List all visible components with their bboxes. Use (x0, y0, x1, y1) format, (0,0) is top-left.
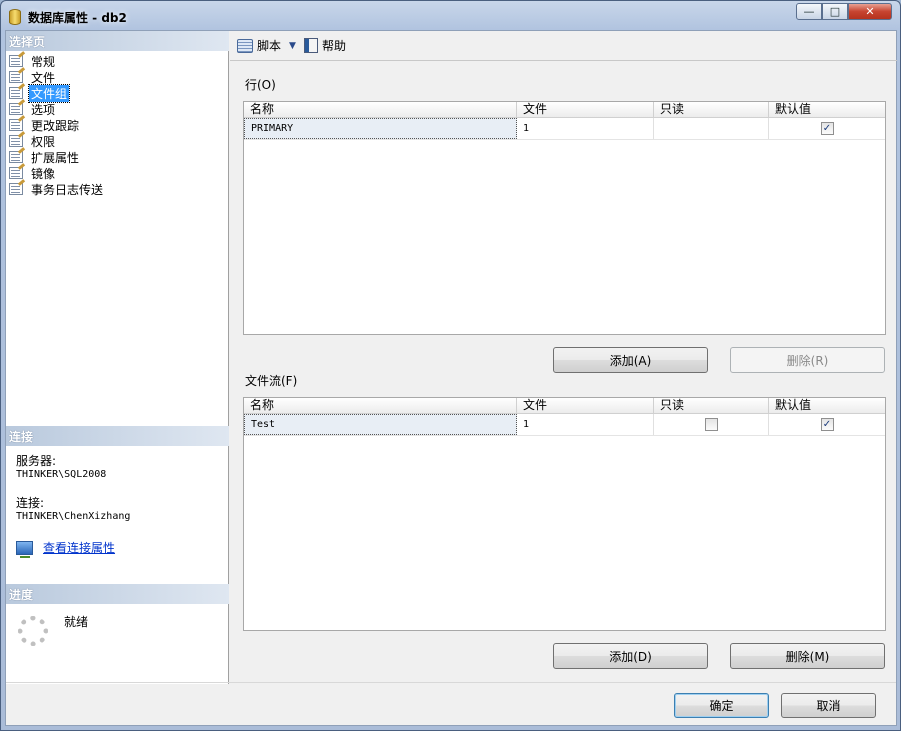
connection-label: 连接: (16, 496, 45, 510)
server-value: THINKER\SQL2008 (16, 469, 107, 480)
help-button[interactable]: 帮助 (303, 37, 346, 54)
left-pane: 选择页 常规 文件 文件组 选项 更改跟踪 权限 扩展属性 镜像 事务日志传送 连接 服务器: … (6, 31, 229, 684)
filegroup-name-cell[interactable]: Test (244, 414, 517, 435)
filestream-add-button[interactable]: 添加(D) (553, 643, 708, 669)
script-dropdown-arrow-icon[interactable]: ▼ (289, 41, 296, 51)
script-button[interactable]: 脚本 (237, 37, 281, 54)
readonly-cell[interactable] (654, 414, 769, 435)
ok-button[interactable]: 确定 (674, 693, 769, 718)
column-header-readonly[interactable]: 只读 (654, 398, 769, 413)
filestream-section-label: 文件流(F) (245, 374, 298, 388)
footer-divider (6, 682, 896, 683)
close-button[interactable]: ✕ (848, 3, 892, 20)
default-checkbox[interactable]: ✓ (820, 122, 834, 135)
rows-remove-button[interactable]: 删除(R) (730, 347, 885, 373)
filegroup-name-cell[interactable]: PRIMARY (244, 118, 517, 139)
page-item-label: 权限 (31, 134, 56, 149)
column-header-files[interactable]: 文件 (517, 398, 654, 413)
property-page-icon (9, 87, 23, 99)
script-label: 脚本 (257, 39, 282, 53)
window-title: 数据库属性 - db2 (28, 11, 127, 25)
dialog-client-area: 选择页 常规 文件 文件组 选项 更改跟踪 权限 扩展属性 镜像 事务日志传送 连接 服务器: … (5, 30, 897, 726)
database-properties-window: 数据库属性 - db2 — □ ✕ 选择页 常规 文件 文件组 选项 更改跟踪 权限 扩展属… (0, 0, 901, 731)
page-item-label: 文件组 (27, 83, 71, 103)
connection-header: 连接 (6, 426, 229, 446)
database-icon (9, 9, 21, 25)
minimize-button[interactable]: — (796, 3, 822, 20)
default-cell[interactable]: ✓ (769, 118, 885, 139)
progress-status: 就绪 (64, 615, 89, 629)
table-row[interactable]: Test 1 ✓ (244, 414, 885, 436)
filestream-remove-button[interactable]: 删除(M) (730, 643, 885, 669)
server-label: 服务器: (16, 454, 57, 468)
cancel-button[interactable]: 取消 (781, 693, 876, 718)
progress-header: 进度 (6, 584, 229, 604)
file-count-cell[interactable]: 1 (517, 414, 654, 435)
toolbar: 脚本 ▼ 帮助 (230, 31, 897, 61)
default-checkbox[interactable]: ✓ (820, 418, 834, 431)
property-page-icon (9, 55, 23, 67)
filestream-filegroup-grid: 名称 文件 只读 默认值 Test 1 ✓ (243, 397, 886, 631)
page-item-label: 镜像 (31, 166, 56, 181)
readonly-checkbox[interactable] (704, 418, 718, 431)
column-header-default[interactable]: 默认值 (769, 102, 885, 117)
table-row[interactable]: PRIMARY 1 ✓ (244, 118, 885, 140)
connection-properties-icon (16, 540, 33, 558)
column-header-readonly[interactable]: 只读 (654, 102, 769, 117)
help-label: 帮助 (321, 39, 346, 53)
page-item-label: 事务日志传送 (31, 182, 104, 197)
page-item-label: 常规 (31, 54, 56, 69)
view-connection-properties-label: 查看连接属性 (43, 541, 116, 555)
page-item-label: 扩展属性 (31, 150, 80, 165)
window-controls: — □ ✕ (796, 3, 892, 20)
property-page-icon (9, 183, 23, 195)
rows-add-button[interactable]: 添加(A) (553, 347, 708, 373)
page-item-label: 选项 (31, 102, 56, 117)
column-header-default[interactable]: 默认值 (769, 398, 885, 413)
readonly-cell[interactable] (654, 118, 769, 139)
title-bar[interactable]: 数据库属性 - db2 — □ ✕ (1, 1, 900, 31)
property-page-icon (9, 71, 23, 83)
rows-filegroup-grid: 名称 文件 只读 默认值 PRIMARY 1 ✓ (243, 101, 886, 335)
column-header-name[interactable]: 名称 (244, 398, 517, 413)
filestream-grid-body: Test 1 ✓ (244, 414, 885, 436)
property-page-icon (9, 119, 23, 131)
connection-value: THINKER\ChenXizhang (16, 511, 131, 522)
page-item[interactable]: 事务日志传送 (9, 181, 105, 197)
property-page-icon (9, 103, 23, 115)
property-page-icon (9, 151, 23, 163)
property-page-icon (9, 135, 23, 147)
rows-grid-body: PRIMARY 1 ✓ (244, 118, 885, 140)
select-page-header: 选择页 (6, 31, 229, 51)
script-icon (237, 38, 253, 53)
rows-grid-header: 名称 文件 只读 默认值 (244, 102, 885, 118)
progress-spinner-icon (18, 616, 48, 646)
property-page-icon (9, 167, 23, 179)
file-count-cell[interactable]: 1 (517, 118, 654, 139)
filestream-grid-header: 名称 文件 只读 默认值 (244, 398, 885, 414)
page-list: 常规 文件 文件组 选项 更改跟踪 权限 扩展属性 镜像 事务日志传送 (9, 53, 105, 197)
column-header-name[interactable]: 名称 (244, 102, 517, 117)
page-item-label: 文件 (31, 70, 56, 85)
view-connection-properties-link[interactable]: 查看连接属性 (16, 539, 116, 558)
rows-section-label: 行(O) (245, 78, 276, 92)
column-header-files[interactable]: 文件 (517, 102, 654, 117)
default-cell[interactable]: ✓ (769, 414, 885, 435)
page-item-label: 更改跟踪 (31, 118, 80, 133)
maximize-button[interactable]: □ (822, 3, 848, 20)
help-book-icon (303, 38, 318, 53)
